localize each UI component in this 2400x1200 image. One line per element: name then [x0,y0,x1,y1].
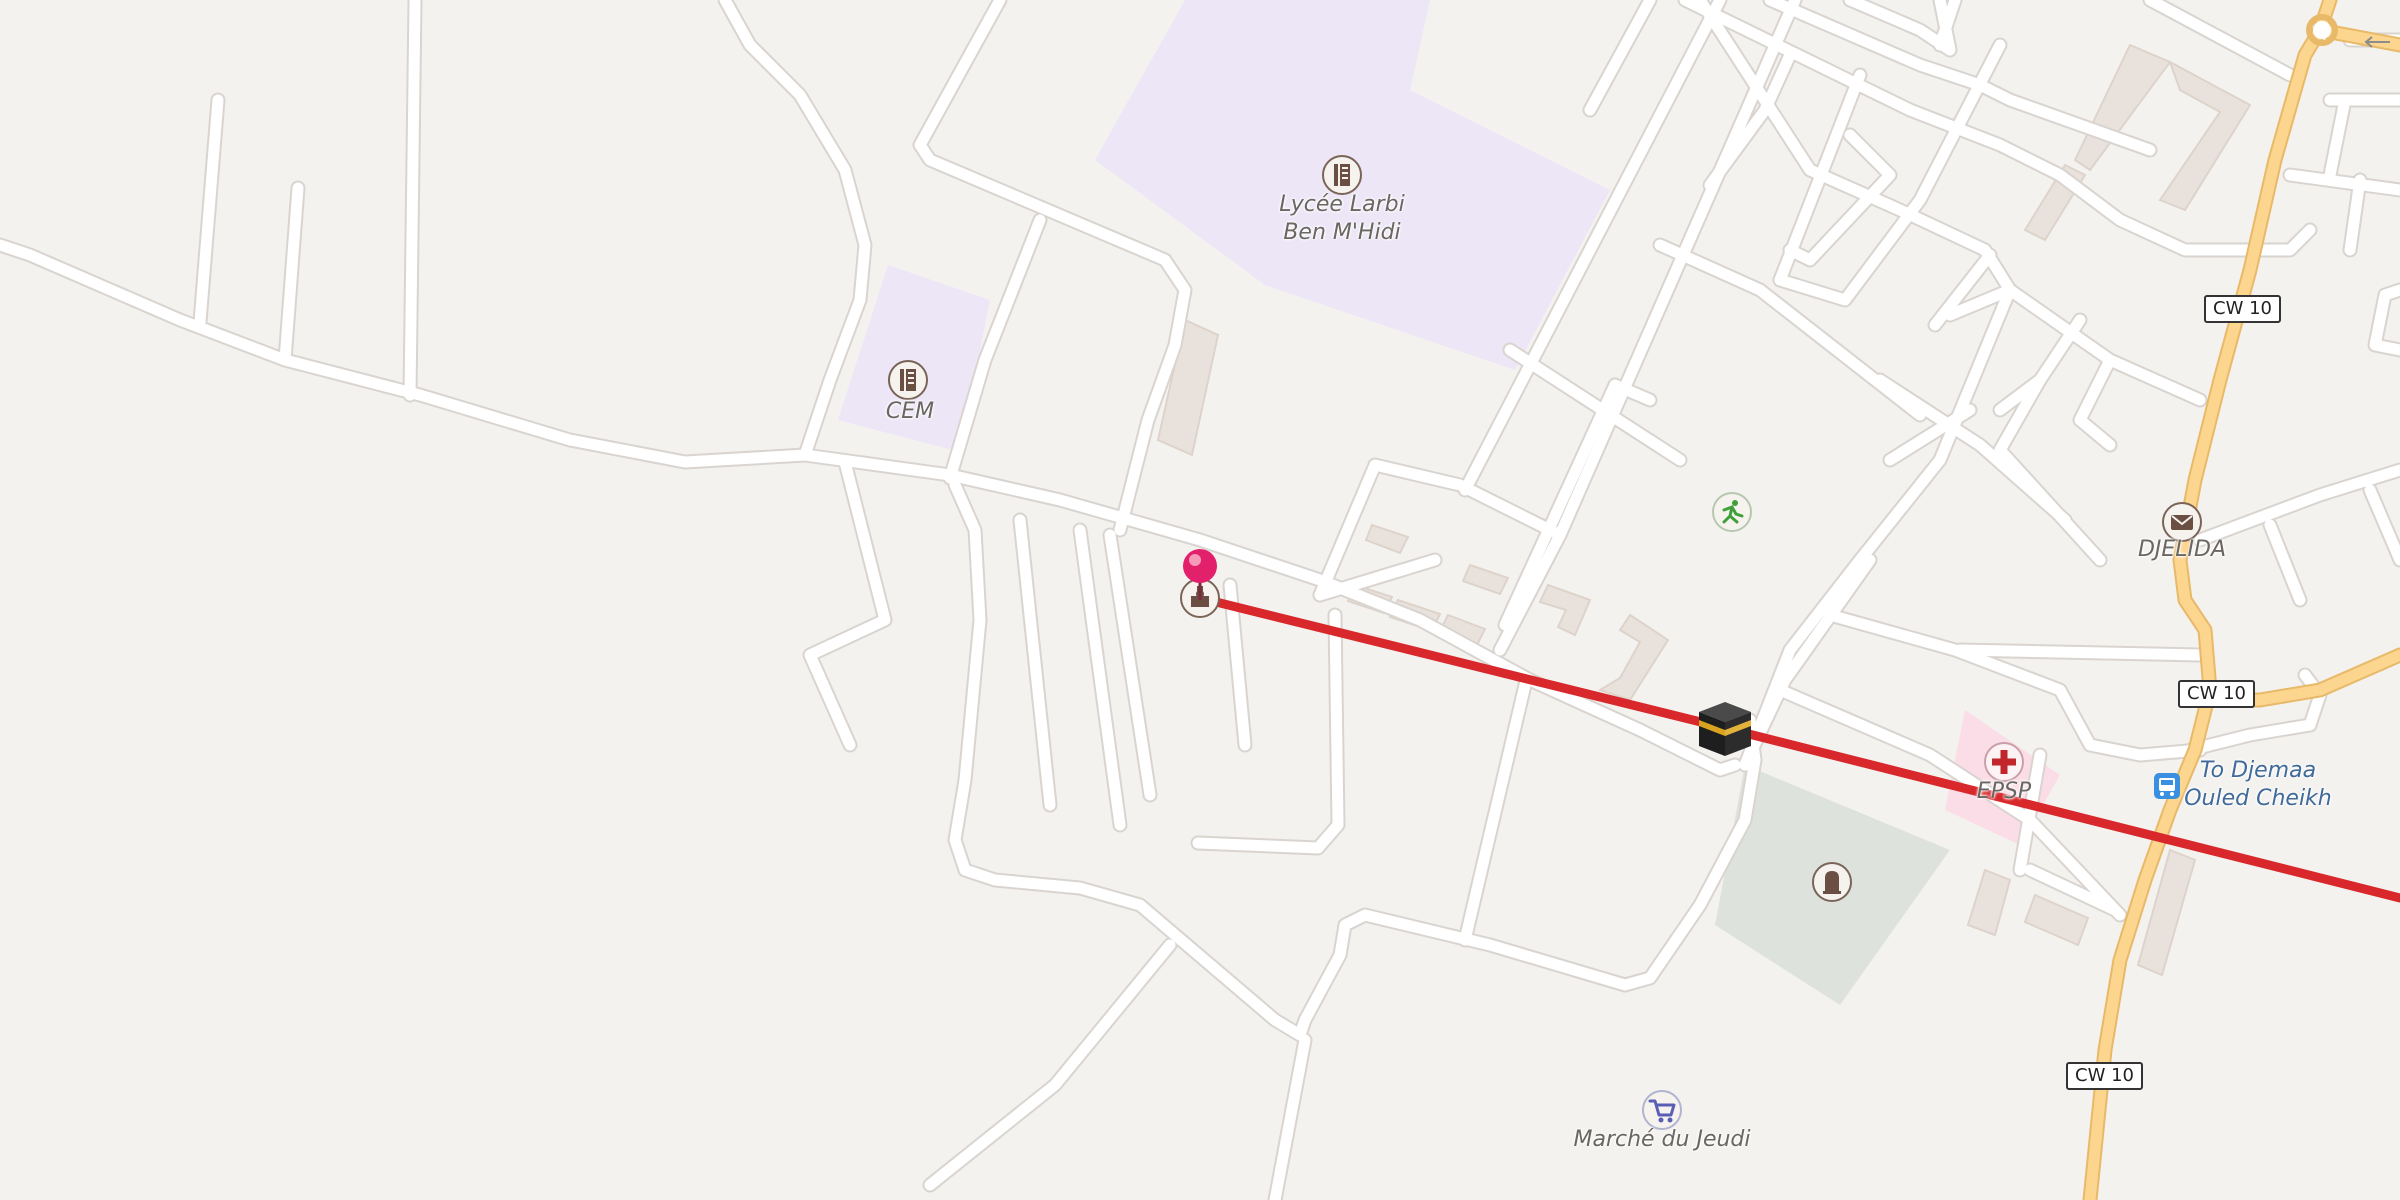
road-ref-shield: CW 10 [2066,1062,2143,1090]
road-ref-shield: CW 10 [2204,295,2281,323]
school-icon[interactable] [1322,155,1362,195]
djemaa-label-line2: Ouled Cheikh [2184,786,2332,811]
building [1966,868,2012,937]
marche-label: Marché du Jeudi [1573,1127,1751,1152]
sports-icon[interactable] [1712,492,1752,532]
map-layer [0,0,2400,1200]
hospital-icon[interactable] [1984,742,2024,782]
building [1538,583,1592,637]
lycee-label: Lycée Larbi Ben M'Hidi [1242,191,1442,247]
land-areas [838,0,2060,1005]
building [1597,613,1670,702]
building [2023,893,2090,947]
building [2158,59,2252,212]
building [1364,523,1410,555]
road-ref-shield: CW 10 [2178,680,2255,708]
building [1461,563,1510,596]
shopping-cart-icon[interactable] [1642,1090,1682,1130]
kaaba-icon[interactable] [1699,702,1751,756]
cem-label: CEM [885,399,935,424]
lycee-label-line2: Ben M'Hidi [1283,220,1401,245]
school-icon[interactable] [888,360,928,400]
map-canvas[interactable]: Lycée Larbi Ben M'Hidi CEM DJELIDA EPSP … [0,0,2400,1200]
epsp-label: EPSP [1976,779,2032,804]
djemaa-label: To Djemaa Ouled Cheikh [2178,757,2338,813]
djelida-label: DJELIDA [2137,537,2227,562]
lycee-label-line1: Lycée Larbi [1279,192,1405,217]
djemaa-label-line1: To Djemaa [2199,758,2317,783]
bus-stop-icon[interactable] [2154,773,2180,799]
cemetery-icon[interactable] [1812,862,1852,902]
